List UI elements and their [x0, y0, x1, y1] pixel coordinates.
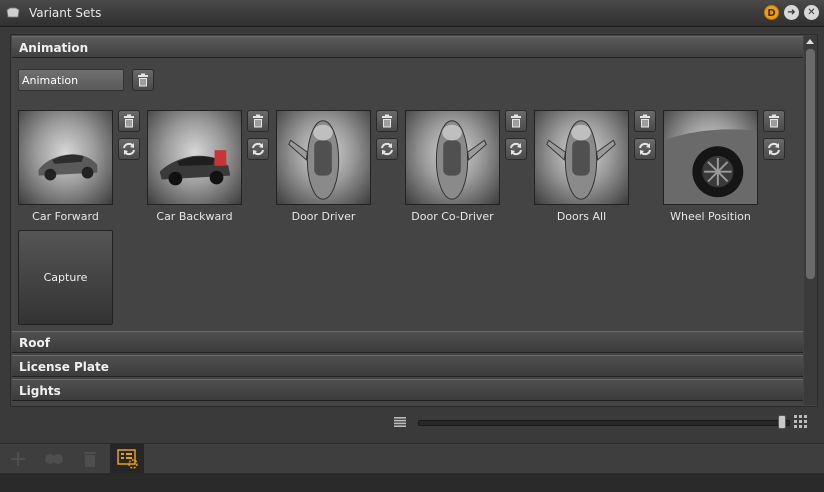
trash-icon	[138, 73, 148, 87]
close-icon[interactable]: ✕	[804, 5, 819, 20]
link-icon[interactable]	[44, 450, 64, 468]
variant-set-name-field[interactable]: Animation	[18, 69, 124, 91]
trash-icon[interactable]	[80, 450, 100, 468]
trash-icon	[382, 114, 392, 128]
refresh-icon	[252, 142, 264, 156]
refresh-variant-button[interactable]	[634, 138, 656, 160]
refresh-icon	[639, 142, 651, 156]
delete-variant-button[interactable]	[247, 110, 269, 132]
variant-label: Door Co-Driver	[411, 210, 494, 223]
variant-thumbnail[interactable]	[147, 110, 242, 205]
section-header-animation[interactable]: Animation	[12, 36, 803, 58]
delete-set-button[interactable]	[132, 69, 154, 91]
title-bar: Variant Sets D ➜ ✕	[0, 0, 824, 27]
delete-variant-button[interactable]	[763, 110, 785, 132]
vertical-scrollbar[interactable]	[804, 36, 817, 405]
window-icon	[6, 7, 20, 18]
variant-sets-tool-tab[interactable]	[110, 444, 144, 474]
variant-thumbnail[interactable]	[534, 110, 629, 205]
variant-label: Doors All	[556, 210, 607, 223]
section-header-roof[interactable]: Roof	[12, 331, 803, 353]
trash-icon	[253, 114, 263, 128]
panel-footer	[10, 407, 818, 434]
trash-icon	[769, 114, 779, 128]
trash-icon	[511, 114, 521, 128]
delete-variant-button[interactable]	[634, 110, 656, 132]
refresh-variant-button[interactable]	[763, 138, 785, 160]
variant-thumbnail[interactable]	[663, 110, 758, 205]
window-title: Variant Sets	[29, 6, 102, 20]
variant-label: Door Driver	[291, 210, 356, 223]
d-badge-button[interactable]: D	[764, 5, 779, 20]
variant-label: Wheel Position	[670, 210, 751, 223]
refresh-variant-button[interactable]	[247, 138, 269, 160]
variant-label: Car Backward	[156, 210, 233, 223]
delete-variant-button[interactable]	[376, 110, 398, 132]
grid-view-icon[interactable]	[794, 415, 808, 429]
refresh-icon	[123, 142, 135, 156]
refresh-icon	[510, 142, 522, 156]
refresh-variant-button[interactable]	[118, 138, 140, 160]
scrollbar-thumb[interactable]	[806, 49, 815, 279]
delete-variant-button[interactable]	[118, 110, 140, 132]
capture-button[interactable]: Capture	[18, 230, 113, 325]
variant-thumbnail[interactable]	[276, 110, 371, 205]
variant-label: Car Forward	[32, 210, 99, 223]
section-header-license-plate[interactable]: License Plate	[12, 355, 803, 377]
variant-thumbnail[interactable]	[18, 110, 113, 205]
scroll-up-icon[interactable]	[806, 39, 814, 44]
refresh-icon	[381, 142, 393, 156]
undock-arrow-icon[interactable]: ➜	[784, 5, 799, 20]
status-bar	[0, 473, 824, 492]
refresh-variant-button[interactable]	[505, 138, 527, 160]
refresh-variant-button[interactable]	[376, 138, 398, 160]
slider-handle[interactable]	[778, 415, 786, 429]
bottom-toolbar	[0, 443, 824, 474]
variant-sets-icon	[117, 449, 138, 469]
variant-thumbnail[interactable]	[405, 110, 500, 205]
plus-icon[interactable]	[8, 450, 28, 468]
variant-sets-panel: Animation Animation Car Forward Car Backw…	[10, 34, 818, 407]
section-header-lights[interactable]: Lights	[12, 379, 803, 401]
list-view-icon[interactable]	[394, 417, 406, 427]
trash-icon	[124, 114, 134, 128]
refresh-icon	[768, 142, 780, 156]
trash-icon	[640, 114, 650, 128]
thumbnail-size-slider[interactable]	[418, 420, 790, 426]
delete-variant-button[interactable]	[505, 110, 527, 132]
